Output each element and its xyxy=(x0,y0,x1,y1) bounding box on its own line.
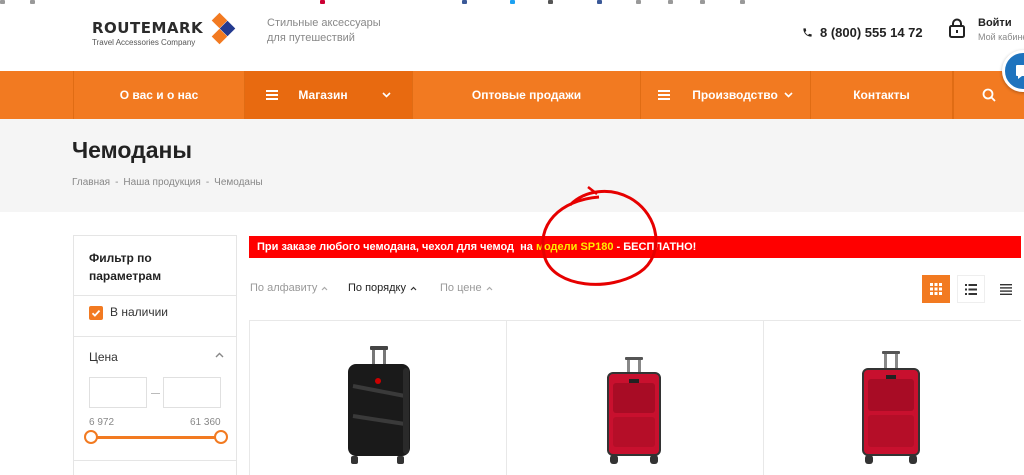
phone-link[interactable]: 8 (800) 555 14 72 xyxy=(802,25,923,40)
product-card[interactable] xyxy=(506,321,763,475)
divider xyxy=(74,336,236,337)
price-slider-min-handle[interactable] xyxy=(84,430,98,444)
breadcrumb-item-products[interactable]: Наша продукция xyxy=(123,177,200,188)
promo-text-end: - БЕСПЛАТНО! xyxy=(613,241,697,253)
login-link[interactable]: Войти Мой кабинет xyxy=(948,16,1024,44)
sort-label: По алфавиту xyxy=(250,282,318,294)
promo-text-gap: на xyxy=(514,241,536,253)
nav-item-label: Контакты xyxy=(853,88,910,102)
filter-sidebar: Фильтр по параметрам В наличии Цена 6 97… xyxy=(73,235,237,475)
promo-text-start: При заказе любого чемодана, чехол для че… xyxy=(257,241,515,253)
chevron-up-icon xyxy=(410,286,417,290)
filter-title: Фильтр по параметрам xyxy=(89,251,162,283)
tagline-line-1: Стильные аксессуары xyxy=(267,17,381,29)
chevron-up-icon[interactable] xyxy=(215,352,224,358)
nav-item-label: Производство xyxy=(692,88,778,102)
promo-banner[interactable]: При заказе любого чемодана, чехол для че… xyxy=(249,236,1021,258)
grid-view-button[interactable] xyxy=(922,275,950,303)
menu-icon xyxy=(658,88,671,102)
nav-item-wholesale[interactable]: Оптовые продажи xyxy=(413,71,641,119)
page-title-area: Чемоданы Главная - Наша продукция - Чемо… xyxy=(0,119,1024,212)
in-stock-checkbox[interactable] xyxy=(89,306,103,320)
menu-icon xyxy=(266,88,279,102)
price-max-value: 61 360 xyxy=(190,417,221,428)
tagline-line-2: для путешествий xyxy=(267,32,355,44)
breadcrumb: Главная - Наша продукция - Чемоданы xyxy=(72,177,263,188)
login-subtitle: Мой кабинет xyxy=(978,32,1024,42)
price-max-input[interactable] xyxy=(163,377,221,408)
phone-number: 8 (800) 555 14 72 xyxy=(820,25,923,40)
nav-item-production[interactable]: Производство xyxy=(641,71,811,119)
nav-item-label: О вас и о нас xyxy=(119,88,199,102)
nav-item-shop[interactable]: Магазин xyxy=(245,71,413,119)
product-grid xyxy=(249,320,1021,475)
product-card[interactable] xyxy=(249,321,506,475)
sort-alphabetical[interactable]: По алфавиту xyxy=(250,282,328,294)
list-view-icon xyxy=(965,283,977,295)
logo-mark-icon xyxy=(205,12,236,45)
chat-icon xyxy=(1016,65,1024,79)
breadcrumb-item-home[interactable]: Главная xyxy=(72,177,110,188)
logo[interactable]: ROUTEMARK Travel Accessories Company xyxy=(92,12,236,47)
divider xyxy=(74,295,236,296)
sort-label: По цене xyxy=(440,282,482,294)
nav-item-contacts[interactable]: Контакты xyxy=(811,71,953,119)
table-view-button[interactable] xyxy=(992,275,1020,303)
price-min-value: 6 972 xyxy=(89,417,115,428)
breadcrumb-separator: - xyxy=(115,177,119,188)
suitcase-image xyxy=(607,357,661,464)
lock-icon xyxy=(949,18,965,38)
price-dash xyxy=(151,393,160,394)
price-slider-track xyxy=(91,436,221,439)
main-nav: О вас и о нас Магазин Оптовые продажи Пр… xyxy=(0,71,1024,119)
sort-by-price[interactable]: По цене xyxy=(440,282,493,294)
price-min-input[interactable] xyxy=(89,377,147,408)
price-slider-max-handle[interactable] xyxy=(214,430,228,444)
chevron-up-icon xyxy=(322,286,328,290)
chevron-up-icon xyxy=(486,286,493,290)
grid-view-icon xyxy=(930,283,942,295)
suitcase-image xyxy=(862,351,920,464)
table-view-icon xyxy=(1000,283,1012,295)
site-header: ROUTEMARK Travel Accessories Company Сти… xyxy=(0,6,1024,71)
page-title: Чемоданы xyxy=(72,137,193,163)
chevron-down-icon xyxy=(784,92,793,98)
promo-highlight: модели SP180 xyxy=(535,241,614,253)
breadcrumb-separator: - xyxy=(205,177,210,188)
list-view-button[interactable] xyxy=(957,275,985,303)
sort-label: По порядку xyxy=(348,282,406,294)
login-title: Войти xyxy=(978,17,1012,29)
nav-item-label: Оптовые продажи xyxy=(471,88,582,102)
phone-icon xyxy=(803,28,812,37)
tagline: Стильные аксессуары для путешествий xyxy=(267,16,381,46)
search-icon xyxy=(982,88,996,102)
logo-name: ROUTEMARK xyxy=(92,19,204,37)
breadcrumb-item-current: Чемоданы xyxy=(214,177,263,188)
suitcase-image xyxy=(348,346,410,464)
nav-item-about[interactable]: О вас и о нас xyxy=(73,71,245,119)
nav-item-label: Магазин xyxy=(298,88,348,102)
chevron-down-icon xyxy=(382,92,391,98)
divider xyxy=(74,460,236,461)
checkmark-icon xyxy=(91,309,101,317)
product-card[interactable] xyxy=(763,321,1020,475)
logo-subtitle: Travel Accessories Company xyxy=(92,38,196,47)
page: ROUTEMARK Travel Accessories Company Сти… xyxy=(0,0,1024,475)
sort-by-order[interactable]: По порядку xyxy=(348,282,417,294)
price-label: Цена xyxy=(89,350,118,364)
in-stock-label: В наличии xyxy=(110,305,169,319)
